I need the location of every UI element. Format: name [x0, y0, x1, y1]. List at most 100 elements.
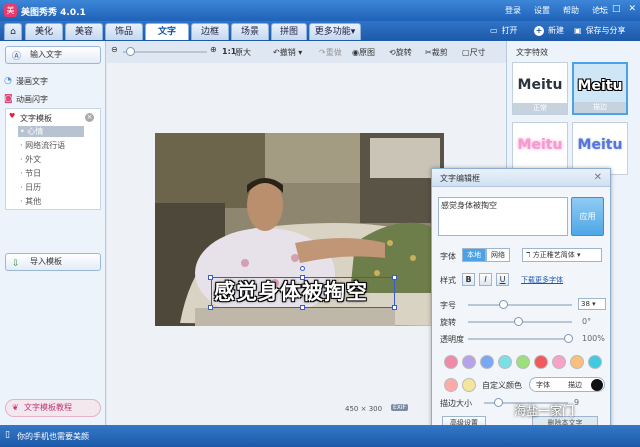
input-text-label: 输入文字	[30, 50, 62, 59]
apply-button[interactable]: 应用	[571, 197, 604, 236]
home-tab[interactable]: ⌂	[4, 23, 22, 40]
color-swatch[interactable]	[462, 378, 476, 392]
tab-more[interactable]: 更多功能▾	[309, 23, 361, 40]
redo-button[interactable]: ↷重做	[319, 47, 342, 58]
effect-stroke[interactable]: Meitu 描边	[572, 62, 628, 115]
opacity-slider[interactable]	[468, 338, 572, 340]
color-swatch[interactable]	[444, 355, 458, 369]
resize-button[interactable]: ▢尺寸	[462, 47, 486, 58]
stroke-color-swatch[interactable]	[591, 379, 603, 391]
collapse-icon[interactable]: ×	[85, 113, 94, 122]
resize-handle[interactable]	[208, 305, 213, 310]
template-item-slang[interactable]: · 网络流行语	[20, 140, 65, 151]
rotate-slider-knob[interactable]	[514, 317, 523, 326]
help-link[interactable]: 帮助	[563, 5, 579, 16]
dialog-header[interactable]: 文字编辑框 ✕	[432, 169, 610, 187]
color-swatch[interactable]	[498, 355, 512, 369]
color-swatch[interactable]	[516, 355, 530, 369]
zoom-in-icon[interactable]: ⊕	[210, 45, 217, 54]
size-slider-knob[interactable]	[499, 300, 508, 309]
resize-handle[interactable]	[392, 275, 397, 280]
color-swatch[interactable]	[552, 355, 566, 369]
close-icon[interactable]: ✕	[594, 172, 602, 183]
stroke-size-knob[interactable]	[494, 398, 503, 407]
mode-font-option[interactable]: 字体	[536, 380, 550, 390]
bold-button[interactable]: B	[462, 273, 475, 286]
text-input[interactable]: 感觉身体被掏空	[438, 197, 568, 236]
zoom-slider[interactable]	[123, 51, 207, 53]
save-icon: ▣	[574, 26, 582, 35]
template-root-label[interactable]: 文字模板	[20, 113, 52, 124]
tab-text[interactable]: 文字	[145, 23, 189, 40]
resize-handle[interactable]	[208, 275, 213, 280]
color-swatch[interactable]	[444, 378, 458, 392]
watermark-text: 海盐一家门	[514, 404, 575, 418]
comic-text-item[interactable]: ◔ 漫画文字	[4, 76, 48, 87]
color-swatch[interactable]	[570, 355, 584, 369]
font-local-button[interactable]: 本地	[462, 248, 486, 262]
template-item-foreign[interactable]: · 外文	[20, 154, 41, 165]
resize-handle[interactable]	[300, 305, 305, 310]
rotate-button[interactable]: ⟲旋转	[389, 47, 412, 58]
title-bar: 美 美图秀秀 4.0.1 登录 设置 帮助 论坛 — □ ✕	[0, 0, 640, 21]
close-icon[interactable]: ✕	[628, 4, 636, 14]
source-image-button[interactable]: ◉原图	[352, 47, 375, 58]
login-link[interactable]: 登录	[505, 5, 521, 16]
color-swatch[interactable]	[480, 355, 494, 369]
import-template-button[interactable]: ⇩ 导入模板	[5, 253, 101, 271]
color-mode-toggle[interactable]: 字体 描边	[529, 377, 605, 392]
resize-handle[interactable]	[300, 275, 305, 280]
phone-icon: ▯	[5, 430, 10, 440]
tab-face[interactable]: 美容	[65, 23, 103, 40]
color-swatch[interactable]	[534, 355, 548, 369]
template-item-mood[interactable]: • 心情	[18, 126, 84, 137]
font-network-button[interactable]: 网络	[486, 248, 510, 262]
template-item-holiday[interactable]: · 节日	[20, 168, 41, 179]
effect-preview: Meitu	[577, 137, 623, 153]
template-item-calendar[interactable]: · 日历	[20, 182, 41, 193]
text-a-icon: Ⓐ	[12, 52, 22, 62]
settings-link[interactable]: 设置	[534, 5, 550, 16]
tab-beautify[interactable]: 美化	[25, 23, 63, 40]
font-select[interactable]: ℸ 方正稚艺简体 ▾	[522, 248, 602, 262]
maximize-icon[interactable]: □	[612, 4, 621, 14]
tab-accessories[interactable]: 饰品	[105, 23, 143, 40]
size-slider[interactable]	[468, 304, 572, 306]
tab-frame[interactable]: 边框	[191, 23, 229, 40]
animated-text-item[interactable]: ◙ 动画闪字	[4, 94, 48, 105]
exif-badge[interactable]: EXIF	[391, 404, 409, 411]
mode-stroke-option[interactable]: 描边	[568, 380, 582, 390]
minimize-icon[interactable]: —	[595, 4, 604, 14]
download-fonts-link[interactable]: 下载更多字体	[521, 275, 563, 285]
text-selection-box[interactable]	[211, 277, 395, 308]
open-button[interactable]: ▭ 打开	[490, 25, 518, 36]
open-label: 打开	[501, 26, 518, 35]
original-size-button[interactable]: 原大	[235, 47, 251, 58]
tutorial-button[interactable]: ❦ 文字模板教程	[5, 399, 101, 417]
new-button[interactable]: + 新建	[534, 25, 564, 36]
input-text-button[interactable]: Ⓐ 输入文字	[5, 46, 101, 64]
zoom-slider-knob[interactable]	[126, 47, 135, 56]
opacity-slider-knob[interactable]	[564, 334, 573, 343]
opacity-label: 透明度	[440, 335, 464, 344]
template-item-other[interactable]: · 其他	[20, 196, 41, 207]
color-swatch[interactable]	[462, 355, 476, 369]
underline-button[interactable]: U	[496, 273, 509, 286]
zoom-out-icon[interactable]: ⊖	[111, 45, 118, 54]
left-sidebar: Ⓐ 输入文字 ◔ 漫画文字 ◙ 动画闪字 ♥ 文字模板 × • 心情 · 网络流…	[0, 41, 106, 425]
undo-button[interactable]: ↶撤销 ▾	[273, 47, 302, 58]
save-share-button[interactable]: ▣ 保存与分享	[574, 25, 626, 36]
resize-handle[interactable]	[392, 305, 397, 310]
comic-text-label: 漫画文字	[16, 77, 48, 86]
rotate-handle[interactable]	[300, 266, 305, 271]
status-text[interactable]: 你的手机也需要美颜	[17, 431, 89, 442]
size-select[interactable]: 38 ▾	[578, 298, 606, 310]
color-swatch[interactable]	[588, 355, 602, 369]
italic-button[interactable]: I	[479, 273, 492, 286]
tab-collage[interactable]: 拼图	[271, 23, 307, 40]
window-controls: — □ ✕	[595, 4, 636, 14]
tab-scene[interactable]: 场景	[231, 23, 269, 40]
custom-color-label[interactable]: 自定义颜色	[482, 380, 522, 391]
crop-button[interactable]: ✂裁剪	[425, 47, 448, 58]
effect-normal[interactable]: Meitu 正常	[512, 62, 568, 115]
